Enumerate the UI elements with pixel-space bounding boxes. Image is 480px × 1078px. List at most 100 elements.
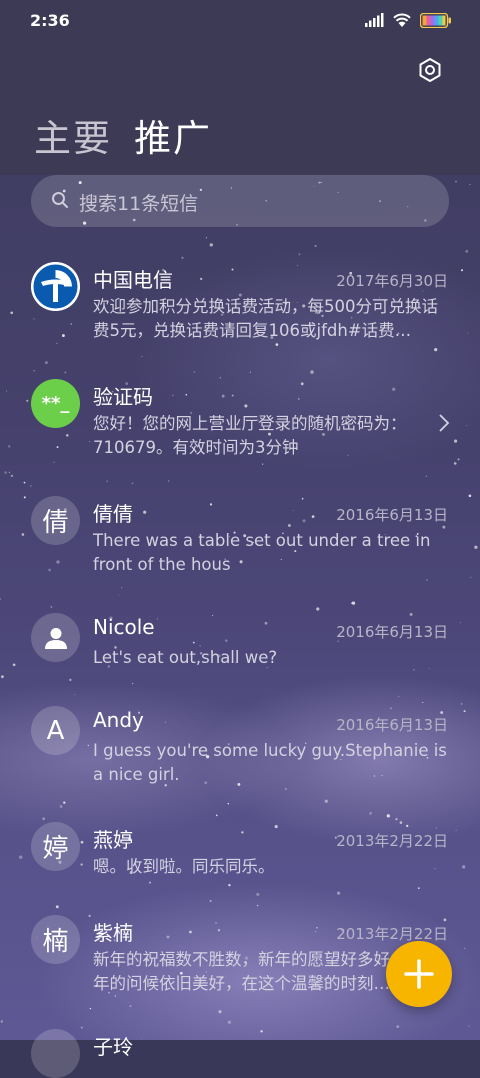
star-dot (219, 377, 221, 379)
star-dot (392, 387, 396, 391)
star-dot (462, 865, 466, 869)
search-placeholder: 搜索11条短信 (79, 193, 199, 215)
star-dot (193, 371, 196, 373)
china-telecom-logo-icon (31, 262, 80, 311)
star-dot (200, 277, 203, 281)
tab-promotions[interactable]: 推广 (134, 108, 212, 162)
search-input[interactable]: 搜索11条短信 (31, 175, 449, 227)
conversation-date: 2016年6月13日 (336, 506, 448, 524)
star-dot (181, 256, 184, 259)
star-dot (63, 801, 66, 804)
star-dot (59, 804, 63, 809)
star-dot (121, 587, 123, 589)
star-dot (225, 639, 228, 642)
conversation-name: Andy (93, 708, 144, 732)
star-dot (465, 249, 469, 253)
star-dot (398, 696, 400, 698)
star-dot (324, 799, 328, 803)
star-dot (192, 641, 195, 644)
star-dot (50, 605, 53, 608)
star-dot (231, 394, 234, 397)
star-dot (26, 399, 29, 402)
star-dot (460, 621, 462, 623)
conversation-name: 中国电信 (93, 268, 173, 292)
contact-avatar: 婷 (31, 822, 80, 871)
star-dot (467, 332, 469, 334)
star-dot (33, 370, 35, 372)
conversation-name: 验证码 (93, 385, 153, 409)
star-dot (80, 1026, 83, 1029)
star-dot (466, 425, 468, 427)
conversation-name: 紫楠 (93, 921, 133, 945)
star-dot (189, 930, 192, 934)
conversation-preview: 欢迎参加积分兑换话费活动，每500分可兑换话费5元，兑换话费请回复106或jfd… (93, 297, 438, 340)
star-dot (44, 361, 48, 365)
star-dot (56, 446, 59, 449)
chevron-right-icon[interactable] (438, 413, 450, 433)
star-dot (129, 1005, 132, 1008)
new-message-button[interactable] (386, 941, 452, 1007)
contact-avatar (31, 1029, 80, 1078)
star-dot (0, 1020, 4, 1023)
star-dot (409, 612, 413, 616)
star-dot (143, 510, 147, 514)
star-dot (460, 703, 463, 705)
status-bar: 2:36 (0, 0, 480, 44)
wifi-icon (393, 13, 411, 27)
star-dot (302, 519, 306, 523)
star-dot (166, 935, 170, 939)
tab-primary[interactable]: 主要 (34, 108, 112, 162)
gear-icon[interactable] (416, 56, 444, 84)
conversation-name: Nicole (93, 615, 155, 639)
star-dot (231, 268, 234, 271)
star-dot (61, 334, 65, 338)
star-dot (64, 371, 67, 374)
star-dot (443, 918, 447, 922)
star-dot (88, 914, 91, 917)
conversation-name: 子玲 (93, 1035, 133, 1059)
star-dot (296, 264, 298, 267)
star-dot (435, 827, 437, 829)
star-dot (10, 474, 14, 478)
star-dot (19, 855, 23, 859)
star-dot (55, 905, 59, 909)
star-dot (0, 598, 2, 600)
star-dot (221, 394, 225, 398)
star-dot (292, 509, 294, 512)
star-dot (241, 831, 244, 834)
star-dot (369, 812, 372, 815)
star-dot (21, 533, 25, 536)
star-dot (205, 237, 207, 239)
star-dot (474, 545, 478, 549)
status-time: 2:36 (30, 11, 70, 30)
plus-icon (404, 959, 434, 989)
star-dot (56, 560, 60, 564)
star-dot (417, 887, 420, 890)
star-dot (5, 390, 8, 392)
star-dot (297, 397, 300, 400)
star-dot (455, 180, 457, 183)
star-dot (469, 183, 471, 185)
conversation-date: 2016年6月13日 (336, 716, 448, 734)
star-dot (209, 900, 212, 902)
star-dot (454, 439, 458, 443)
star-dot (209, 243, 213, 247)
conversation-preview: There was a table set out under a tree i… (93, 531, 431, 574)
star-dot (106, 480, 108, 482)
star-dot (453, 462, 457, 465)
star-dot (399, 821, 403, 824)
star-dot (256, 892, 260, 896)
star-dot (389, 707, 392, 710)
star-dot (141, 356, 143, 358)
star-dot (386, 814, 390, 818)
conversation-name: 燕婷 (93, 828, 133, 852)
star-dot (457, 458, 460, 461)
star-dot (434, 347, 438, 352)
star-dot (48, 568, 51, 572)
star-dot (256, 904, 259, 907)
star-dot (396, 1025, 400, 1028)
star-dot (131, 482, 134, 485)
star-dot (274, 825, 278, 829)
star-dot (66, 434, 69, 437)
star-dot (132, 682, 134, 685)
